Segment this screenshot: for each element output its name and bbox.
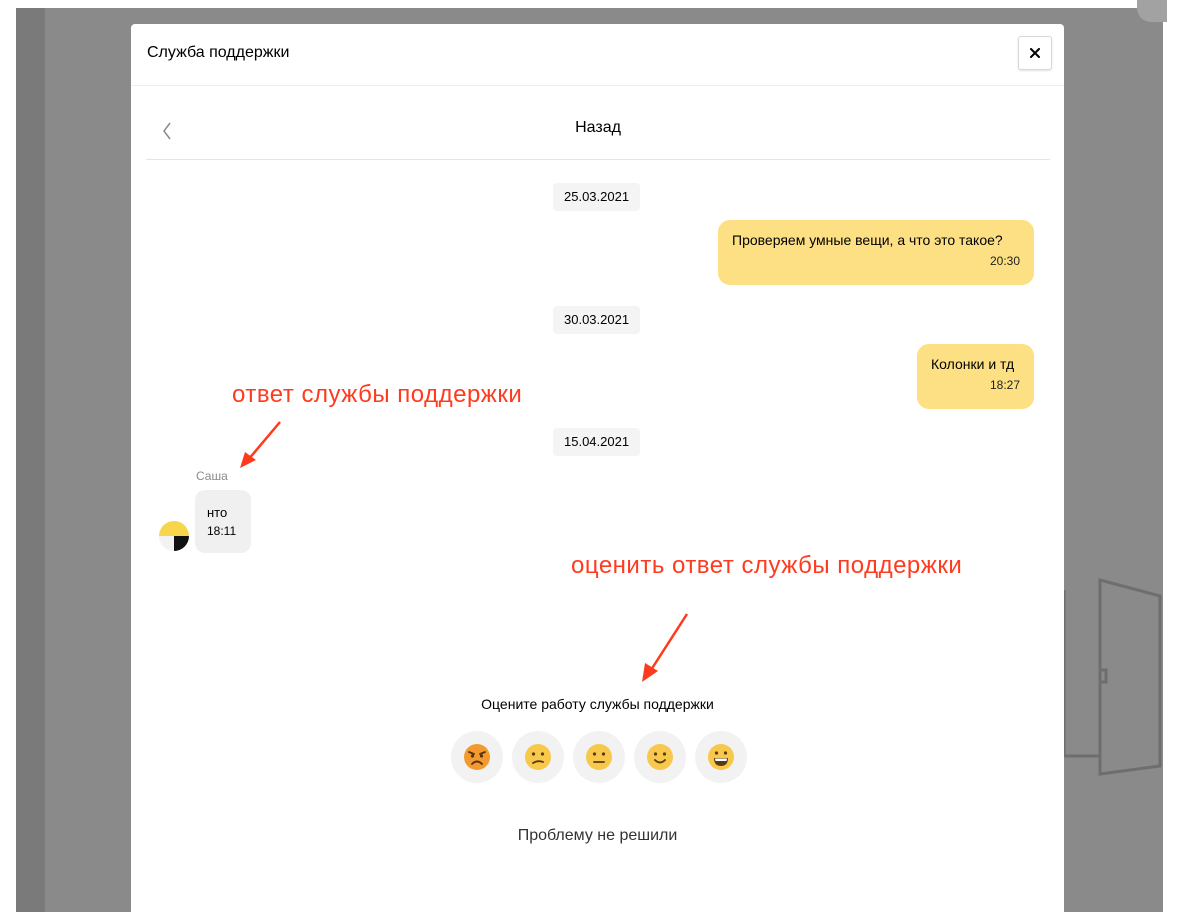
sender-name: Саша <box>196 469 228 483</box>
message-text: Проверяем умные вещи, а что это такое? <box>732 232 1003 248</box>
message-time: 18:27 <box>989 378 1020 392</box>
message-time: 20:30 <box>989 254 1020 268</box>
page-corner-shape <box>1137 0 1167 22</box>
message-text: нто <box>207 505 228 520</box>
slight-smile-emoji-icon <box>647 744 673 770</box>
modal-header: Служба поддержки <box>131 24 1064 86</box>
outgoing-message: Колонки и тд 18:27 <box>917 344 1034 409</box>
rating-angry-button[interactable] <box>451 731 503 783</box>
page-top-edge <box>16 0 1163 8</box>
support-modal: Служба поддержки Назад 25.03.2021 Провер… <box>131 24 1064 916</box>
page-edge <box>0 0 16 912</box>
page-side-strip <box>16 0 45 912</box>
modal-title: Служба поддержки <box>147 44 290 61</box>
annotation-arrow-icon <box>240 421 281 468</box>
rating-title: Оцените работу службы поддержки <box>481 696 714 712</box>
date-separator: 30.03.2021 <box>553 306 641 334</box>
confused-emoji-icon <box>525 744 551 770</box>
rating-slight-smile-button[interactable] <box>634 731 686 783</box>
message-time: 18:11 <box>207 524 237 538</box>
rating-grinning-button[interactable] <box>695 731 747 783</box>
annotation-support-reply: ответ службы поддержки <box>232 381 523 408</box>
message-text: Колонки и тд <box>931 356 1015 372</box>
annotation-arrow-icon <box>642 613 689 682</box>
problem-not-solved-link[interactable]: Проблему не решили <box>131 827 1064 845</box>
grinning-emoji-icon <box>708 744 734 770</box>
rating-confused-button[interactable] <box>512 731 564 783</box>
close-button[interactable] <box>1018 36 1052 70</box>
close-icon <box>1030 48 1040 58</box>
date-separator: 25.03.2021 <box>553 183 641 211</box>
page-right-edge <box>1163 0 1178 912</box>
date-separator: 15.04.2021 <box>553 428 641 456</box>
neutral-emoji-icon <box>586 744 612 770</box>
annotation-rate-reply: оценить ответ службы поддержки <box>571 552 963 579</box>
support-avatar <box>159 521 189 551</box>
rating-neutral-button[interactable] <box>573 731 625 783</box>
incoming-message: нто 18:11 <box>195 490 251 553</box>
chat-nav-bar: Назад <box>146 97 1050 160</box>
nav-title: Назад <box>575 119 621 136</box>
outgoing-message: Проверяем умные вещи, а что это такое? 2… <box>718 220 1034 285</box>
angry-emoji-icon <box>464 744 490 770</box>
door-icon <box>1062 578 1162 776</box>
